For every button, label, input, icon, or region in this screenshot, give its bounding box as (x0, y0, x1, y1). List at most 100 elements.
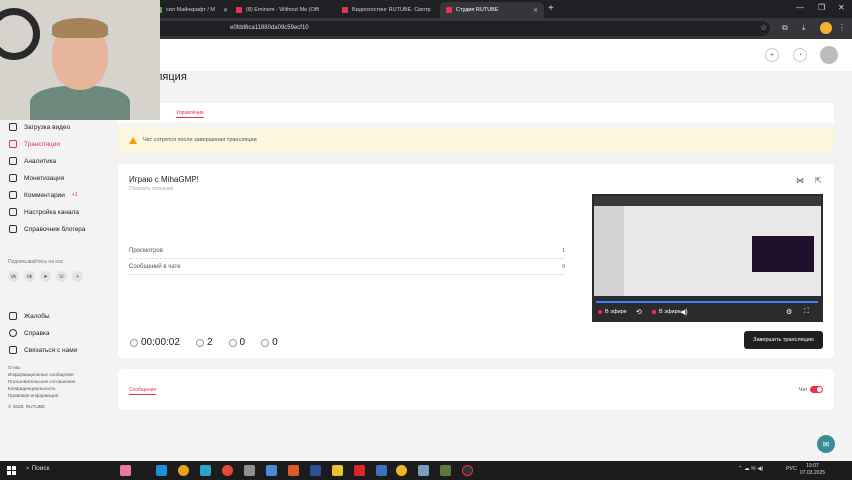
windows-taskbar: ⌕ Поиск ⌃ ☁ ✉ ◀) РУС 19:07 07.03.2025 (0, 461, 852, 480)
preview-thumbnail (752, 236, 814, 272)
language-indicator[interactable]: РУС (786, 466, 797, 472)
end-stream-button[interactable]: Завершить трансляцию (744, 331, 823, 349)
browser-tab-1[interactable]: сил Майнкрафт / М ✕ (150, 2, 228, 18)
warning-text: Чат сотрется после завершения трансляции (143, 137, 257, 143)
chrome-icon[interactable] (178, 465, 189, 476)
browser-tab-active[interactable]: Студия RUTUBE ✕ (440, 2, 544, 18)
app-icon[interactable] (376, 465, 387, 476)
bookmark-star-icon[interactable]: ☆ (760, 23, 767, 32)
tab-messages[interactable]: Сообщения (129, 387, 157, 395)
footer-link[interactable]: Пользовательское соглашение (8, 379, 76, 384)
photoshop-icon[interactable] (310, 465, 321, 476)
sidebar-item-streams[interactable]: Трансляции (9, 140, 60, 148)
viber-icon[interactable]: ☏ (56, 271, 67, 282)
sidebar-item-upload[interactable]: Загрузка видео (9, 123, 70, 131)
taskbar-clock[interactable]: 19:07 07.03.2025 (800, 463, 825, 477)
likes-counter: 0 (228, 337, 246, 348)
sidebar-item-blogger-guide[interactable]: Справочник блогера (9, 225, 86, 233)
windows-start-icon[interactable] (7, 466, 16, 475)
upload-icon[interactable]: + (765, 48, 779, 62)
window-close-icon[interactable]: ✕ (838, 3, 845, 12)
sidebar-item-analytics[interactable]: Аналитика (9, 157, 56, 165)
viewers-value: 2 (206, 337, 213, 348)
stream-counters: 00:00:02 2 0 0 (130, 337, 294, 348)
footer-link[interactable]: О нас (8, 365, 21, 370)
maximize-icon[interactable]: ❐ (818, 3, 825, 12)
chat-toggle[interactable] (810, 386, 823, 393)
app-icon[interactable] (266, 465, 277, 476)
sidebar-item-monetization[interactable]: Монетизация (9, 174, 64, 182)
footer-link[interactable]: Правовая информация (8, 393, 58, 398)
chrome-icon[interactable] (396, 465, 407, 476)
player-progress-bar[interactable] (596, 301, 818, 303)
viewers-counter: 2 (195, 337, 213, 348)
settings-gear-icon[interactable]: ⚙ (786, 308, 792, 316)
folder-icon[interactable] (332, 465, 343, 476)
vk-icon[interactable]: vk (8, 271, 19, 282)
thumbs-up-icon (228, 338, 237, 347)
telegram-icon[interactable]: ➤ (40, 271, 51, 282)
minimize-icon[interactable]: — (796, 3, 804, 12)
stat-value: 1 (562, 248, 565, 254)
avatar[interactable] (820, 46, 838, 64)
sidebar-item-comments[interactable]: Комментарии +1 (9, 191, 78, 199)
sidebar-item-label: Настройка канала (24, 208, 80, 216)
comments-icon (9, 191, 17, 199)
chat-toggle-label: Чат (799, 387, 808, 393)
live-indicator: В эфире (652, 309, 681, 315)
duration-value: 00:00:02 (141, 337, 180, 348)
app-icon[interactable] (418, 465, 429, 476)
yandex-icon[interactable] (222, 465, 233, 476)
footer-link[interactable]: Конфиденциальность (8, 386, 56, 391)
broadcast-icon (9, 140, 17, 148)
flag-icon (9, 312, 17, 320)
app-icon[interactable] (200, 465, 211, 476)
app-icon[interactable] (288, 465, 299, 476)
sidebar-item-label: Жалобы (24, 312, 50, 320)
volume-icon[interactable]: ◀) (680, 308, 688, 316)
support-chat-icon[interactable]: ✉ (817, 435, 835, 453)
extensions-icon[interactable]: ⧉ (782, 23, 788, 33)
share-icon[interactable]: ⋈ (796, 176, 804, 185)
widget-icon[interactable] (120, 465, 131, 476)
app-icon[interactable] (244, 465, 255, 476)
address-bar[interactable]: e0fdd6ca11880da09c59ecf10 (150, 21, 770, 36)
youtube-icon[interactable] (354, 465, 365, 476)
more-icon[interactable]: + (72, 271, 83, 282)
minecraft-icon[interactable] (440, 465, 451, 476)
download-icon[interactable]: ⤓ (802, 23, 806, 33)
sidebar-item-channel-settings[interactable]: Настройка канала (9, 208, 79, 216)
browser-tab-3[interactable]: Видеохостинг RUTUBE. Смотр ✕ (336, 2, 436, 18)
help-icon (9, 329, 17, 337)
close-icon[interactable]: ✕ (223, 7, 228, 14)
new-tab-icon[interactable]: + (548, 3, 554, 14)
tab-management[interactable]: Управление (176, 110, 204, 118)
edge-icon[interactable] (156, 465, 167, 476)
taskbar-search-label: Поиск (31, 465, 50, 472)
tab-label: Студия RUTUBE (456, 7, 499, 13)
browser-tab-2[interactable]: (8) Eminem - Without Me (Offi ✕ (230, 2, 326, 18)
menu-icon[interactable]: ⋮ (838, 23, 846, 32)
ok-icon[interactable]: ok (24, 271, 35, 282)
fullscreen-icon[interactable]: ⛶ (804, 308, 809, 316)
person-hair (52, 18, 108, 38)
replay-icon[interactable]: ⟲ (636, 308, 642, 316)
footer-link[interactable]: Информационные сообщения (8, 372, 74, 377)
stream-preview-player[interactable]: В эфире ⟲ В эфире ◀) ⚙ ⛶ (592, 194, 823, 322)
tray-icons[interactable]: ⌃ ☁ ✉ ◀) (738, 466, 763, 472)
stream-card: Играю с MihaGMP! Показать описание ⋈ ⇱ П… (118, 164, 834, 358)
sidebar-item-help[interactable]: Справка (9, 329, 50, 337)
sidebar-item-label: Загрузка видео (24, 123, 71, 131)
sidebar-item-complaints[interactable]: Жалобы (9, 312, 50, 320)
notifications-icon[interactable]: ◔ (793, 48, 807, 62)
likes-value: 0 (239, 337, 246, 348)
page-title: ляция (156, 71, 187, 83)
open-external-icon[interactable]: ⇱ (815, 176, 822, 185)
show-description-link[interactable]: Показать описание (129, 186, 174, 192)
youtube-icon (236, 7, 242, 13)
taskbar-search[interactable]: ⌕ Поиск (26, 465, 49, 473)
browser-profile-avatar[interactable] (820, 22, 832, 34)
close-icon[interactable]: ✕ (533, 7, 538, 14)
sidebar-item-contact[interactable]: Связаться с нами (9, 346, 77, 354)
obs-icon[interactable] (462, 465, 473, 476)
